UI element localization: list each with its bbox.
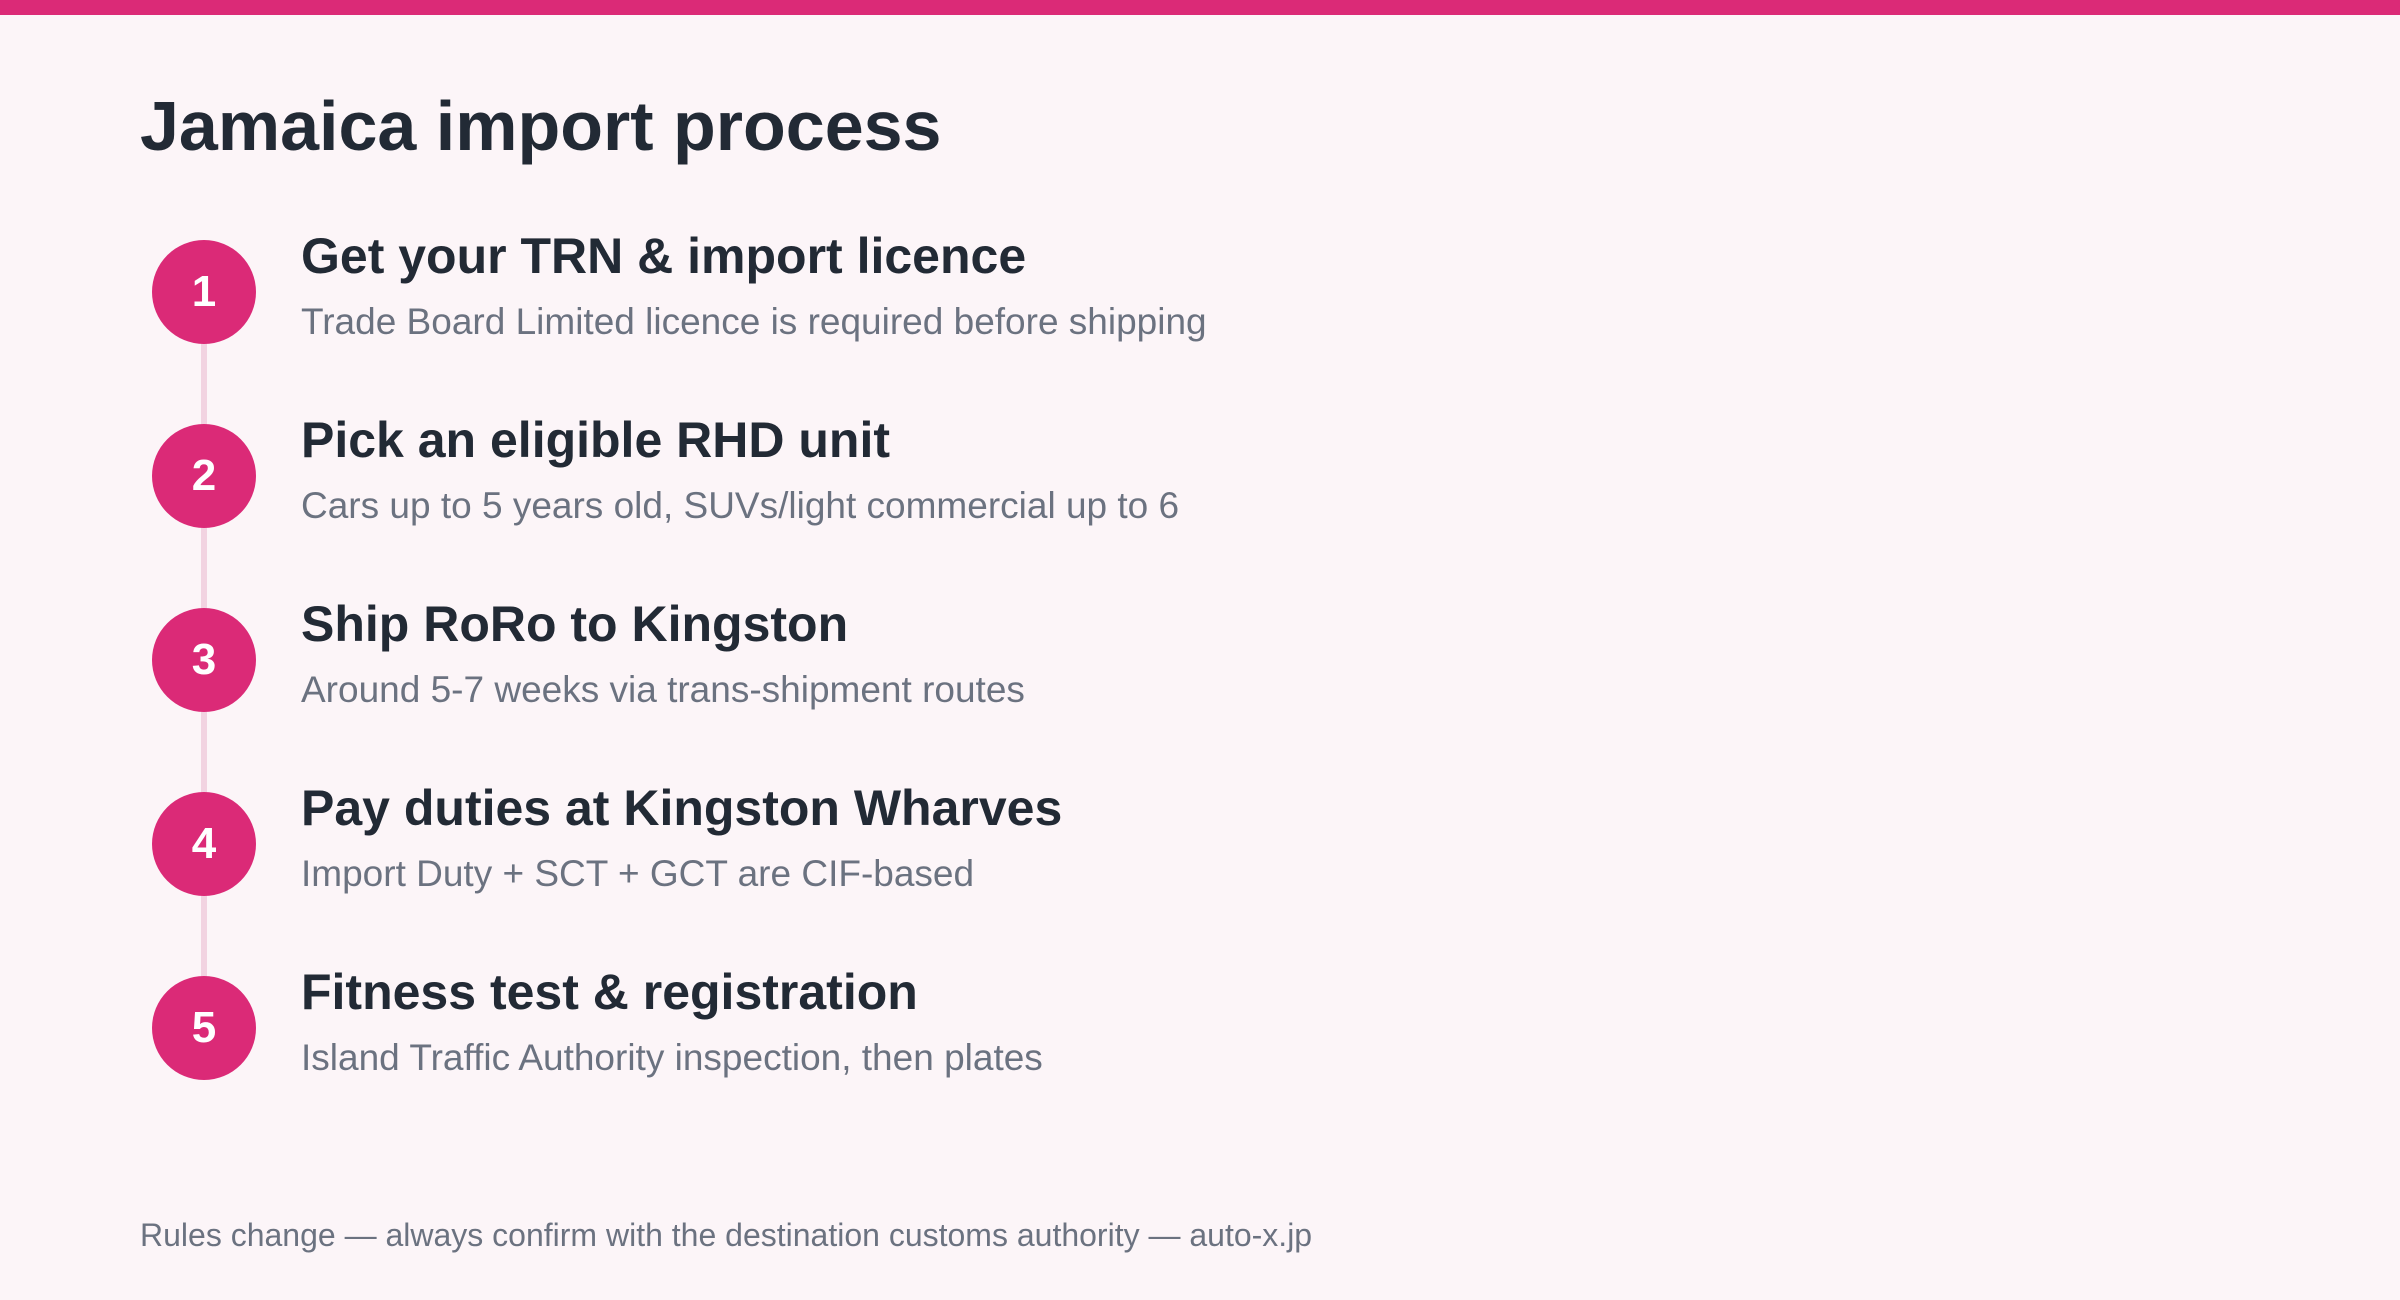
step-description: Import Duty + SCT + GCT are CIF-based bbox=[301, 853, 975, 894]
step-5: 5 Fitness test & registration Island Tra… bbox=[140, 964, 1940, 1098]
step-2: 2 Pick an eligible RHD unit Cars up to 5… bbox=[140, 412, 1940, 546]
step-title: Pick an eligible RHD unit bbox=[301, 412, 890, 468]
steps-list: 1 Get your TRN & import licence Trade Bo… bbox=[140, 228, 1940, 1092]
step-number-badge: 3 bbox=[152, 608, 256, 712]
top-accent-bar bbox=[0, 0, 2400, 15]
step-description: Cars up to 5 years old, SUVs/light comme… bbox=[301, 485, 1180, 526]
step-title: Pay duties at Kingston Wharves bbox=[301, 780, 1063, 836]
step-4: 4 Pay duties at Kingston Wharves Import … bbox=[140, 780, 1940, 914]
step-number-badge: 1 bbox=[152, 240, 256, 344]
step-number-badge: 4 bbox=[152, 792, 256, 896]
step-description: Trade Board Limited licence is required … bbox=[301, 301, 1207, 342]
step-1: 1 Get your TRN & import licence Trade Bo… bbox=[140, 228, 1940, 362]
step-description: Island Traffic Authority inspection, the… bbox=[301, 1037, 1043, 1078]
step-number-badge: 5 bbox=[152, 976, 256, 1080]
step-title: Fitness test & registration bbox=[301, 964, 918, 1020]
step-title: Ship RoRo to Kingston bbox=[301, 596, 849, 652]
step-title: Get your TRN & import licence bbox=[301, 228, 1027, 284]
step-number-badge: 2 bbox=[152, 424, 256, 528]
step-description: Around 5-7 weeks via trans-shipment rout… bbox=[301, 669, 1025, 710]
footer-disclaimer: Rules change — always confirm with the d… bbox=[140, 1217, 1313, 1253]
step-3: 3 Ship RoRo to Kingston Around 5-7 weeks… bbox=[140, 596, 1940, 730]
page-title: Jamaica import process bbox=[140, 87, 942, 165]
